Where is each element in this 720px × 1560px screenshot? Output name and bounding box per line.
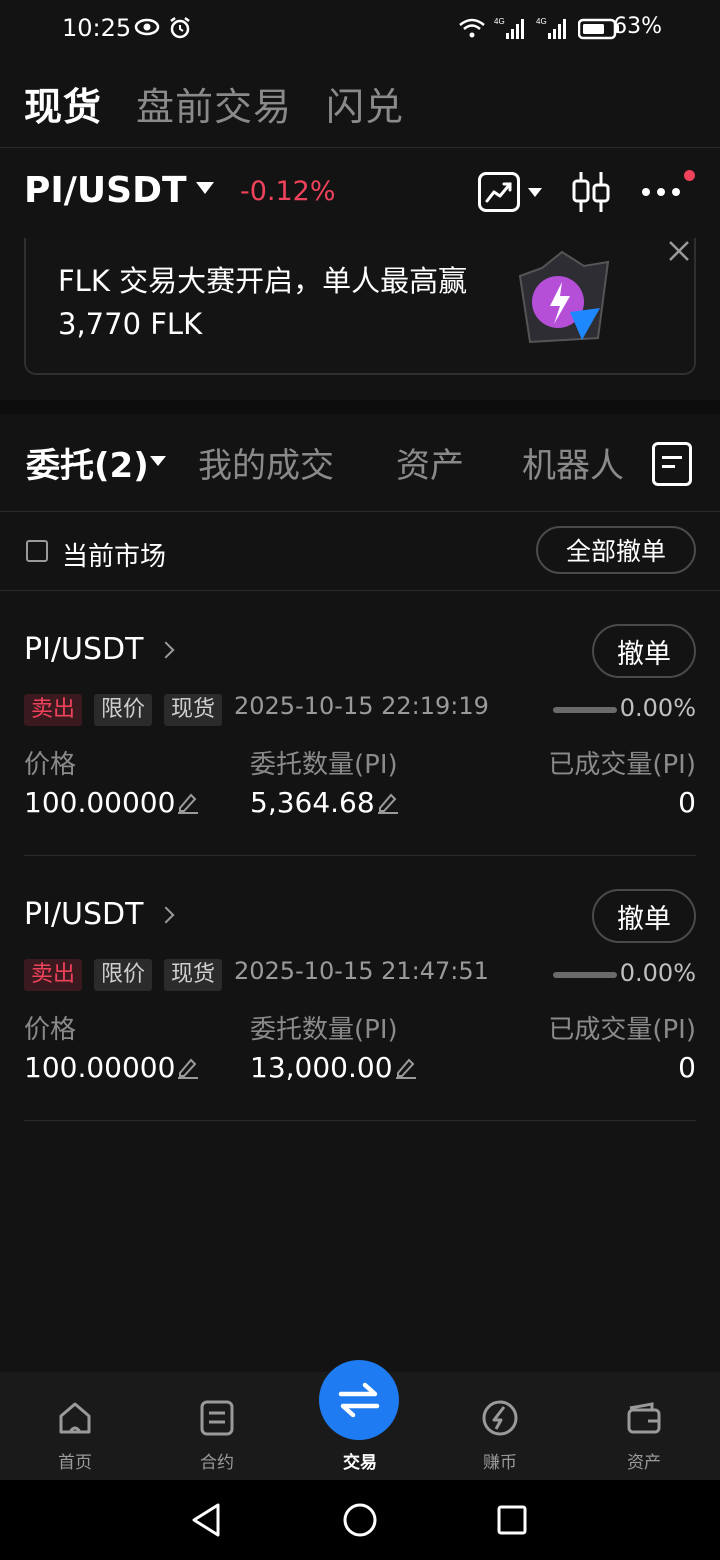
status-time: 10:25 [62, 14, 132, 42]
nav-earn[interactable]: 赚币 [450, 1398, 550, 1473]
swap-icon [338, 1382, 380, 1418]
eye-icon [134, 18, 160, 36]
filled-label: 已成交量(PI) [548, 1015, 696, 1045]
alarm-icon [170, 17, 190, 39]
tab-assets[interactable]: 资产 [396, 438, 464, 487]
quantity-label: 委托数量(PI) [250, 1015, 398, 1045]
notification-dot [684, 170, 695, 181]
order-quantity: 13,000.00 [250, 1051, 393, 1084]
nav-assets[interactable]: 资产 [594, 1398, 694, 1473]
type-badge: 限价 [94, 959, 153, 991]
tab-open-orders[interactable]: 委托(2) [26, 438, 149, 487]
cancel-all-button[interactable]: 全部撤单 [536, 526, 696, 574]
more-icon[interactable] [640, 182, 684, 202]
tab-convert[interactable]: 闪兑 [326, 76, 404, 131]
network-label-1: 4G [494, 17, 505, 26]
fill-percent: 0.00% [619, 959, 696, 987]
edit-quantity-icon[interactable] [394, 1055, 418, 1079]
quantity-label: 委托数量(PI) [250, 750, 398, 780]
futures-icon [200, 1400, 234, 1436]
side-badge: 卖出 [24, 694, 83, 726]
order-card: PI/USDT 撤单 卖出 限价 现货 2025-10-15 21:47:51 … [0, 857, 720, 1122]
chevron-down-icon[interactable] [150, 456, 166, 466]
nav-trade-label: 交易 [343, 1453, 377, 1473]
type-badge: 限价 [94, 694, 153, 726]
order-tabs: 委托(2) 我的成交 资产 机器人 [0, 414, 720, 510]
edit-price-icon[interactable] [176, 790, 200, 814]
price-label: 价格 [24, 1015, 77, 1045]
divider [24, 855, 696, 856]
cancel-order-button[interactable]: 撤单 [592, 889, 696, 943]
chart-icon[interactable] [478, 172, 520, 212]
chart-menu-caret-icon[interactable] [528, 188, 542, 197]
price-change: -0.12% [240, 176, 336, 207]
nav-futures-label: 合约 [200, 1453, 234, 1473]
price-label: 价格 [24, 750, 77, 780]
edit-price-icon[interactable] [176, 1055, 200, 1079]
tab-spot[interactable]: 现货 [24, 76, 102, 131]
top-tabs: 现货 盘前交易 闪兑 [24, 76, 404, 131]
chevron-right-icon[interactable] [157, 906, 175, 924]
status-bar: 10:25 4G 4G 63% [0, 0, 720, 60]
pair-row: PI/USDT -0.12% [0, 148, 720, 236]
fill-progress-bar [553, 972, 617, 978]
trophy-bolt-icon [518, 250, 610, 344]
fill-progress-bar [553, 707, 617, 713]
banner-text: FLK 交易大赛开启，单人最高赢 3,770 FLK [58, 264, 468, 341]
order-pair[interactable]: PI/USDT [24, 632, 143, 667]
back-icon[interactable] [190, 1502, 222, 1538]
filled-label: 已成交量(PI) [548, 750, 696, 780]
earn-icon [482, 1400, 518, 1436]
edit-quantity-icon[interactable] [376, 790, 400, 814]
nav-home[interactable]: 首页 [25, 1398, 125, 1473]
divider [24, 1120, 696, 1121]
order-time: 2025-10-15 21:47:51 [234, 957, 489, 985]
current-market-label: 当前市场 [62, 542, 167, 572]
tab-premarket[interactable]: 盘前交易 [136, 76, 292, 131]
nav-futures[interactable]: 合约 [167, 1398, 267, 1473]
fill-percent: 0.00% [619, 694, 696, 722]
chevron-down-icon[interactable] [196, 182, 214, 194]
close-icon[interactable] [666, 238, 692, 264]
filter-row: 当前市场 全部撤单 [0, 512, 720, 592]
order-history-icon[interactable] [652, 442, 692, 486]
cancel-order-button[interactable]: 撤单 [592, 624, 696, 678]
battery-percent: 63% [613, 14, 662, 39]
order-quantity: 5,364.68 [250, 786, 375, 819]
nav-earn-label: 赚币 [483, 1453, 517, 1473]
order-price: 100.00000 [24, 786, 176, 819]
promo-banner[interactable]: FLK 交易大赛开启，单人最高赢 3,770 FLK [24, 238, 696, 375]
signal-icon: 4G [494, 17, 524, 39]
chevron-right-icon[interactable] [157, 641, 175, 659]
filled-amount: 0 [678, 786, 696, 819]
wifi-icon [459, 18, 485, 38]
section-gap [0, 400, 720, 414]
order-price: 100.00000 [24, 1051, 176, 1084]
order-time: 2025-10-15 22:19:19 [234, 692, 489, 720]
signal-icon-2: 4G [536, 17, 566, 39]
home-icon [59, 1402, 91, 1434]
tab-bots[interactable]: 机器人 [522, 438, 624, 487]
network-label-2: 4G [536, 17, 547, 26]
candlestick-icon[interactable] [570, 170, 612, 214]
order-card: PI/USDT 撤单 卖出 限价 现货 2025-10-15 22:19:19 … [0, 592, 720, 857]
system-nav-bar [0, 1480, 720, 1560]
nav-trade-button[interactable] [319, 1360, 399, 1440]
market-badge: 现货 [164, 694, 223, 726]
side-badge: 卖出 [24, 959, 83, 991]
nav-assets-label: 资产 [627, 1453, 661, 1473]
order-pair[interactable]: PI/USDT [24, 897, 143, 932]
pair-selector[interactable]: PI/USDT [24, 170, 187, 211]
recents-icon[interactable] [496, 1504, 528, 1536]
wallet-icon [627, 1402, 661, 1434]
home-button-icon[interactable] [342, 1502, 378, 1538]
filled-amount: 0 [678, 1051, 696, 1084]
tab-my-trades[interactable]: 我的成交 [198, 438, 334, 487]
current-market-checkbox[interactable] [26, 540, 48, 562]
nav-home-label: 首页 [58, 1453, 92, 1473]
market-badge: 现货 [164, 959, 223, 991]
divider [0, 590, 720, 591]
